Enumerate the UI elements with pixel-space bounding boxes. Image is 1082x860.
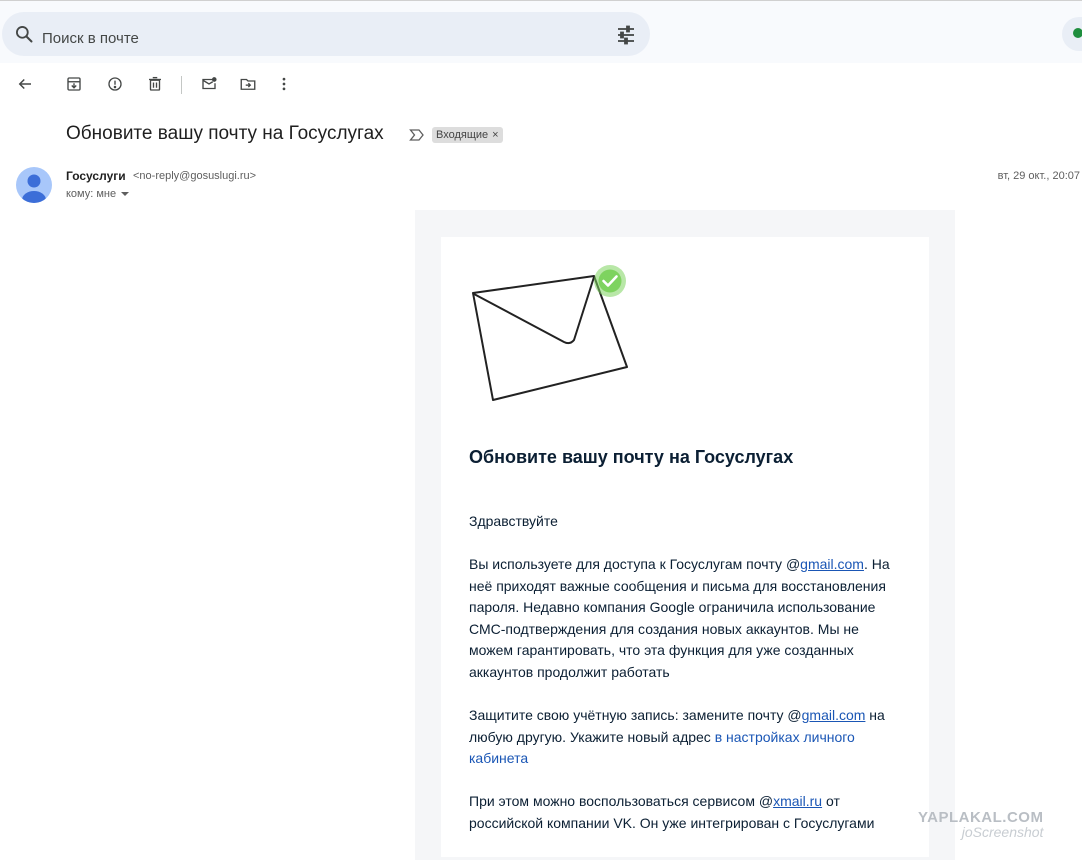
search-bar[interactable]: [2, 12, 650, 56]
label-chip-inbox[interactable]: Входящие ×: [432, 127, 503, 143]
move-to-icon[interactable]: [236, 72, 260, 96]
message-toolbar: [0, 62, 1082, 106]
search-icon[interactable]: [14, 24, 34, 44]
body-paragraph-current-email: Вы используете для доступа к Госуслугам …: [469, 554, 899, 683]
report-spam-icon[interactable]: [103, 72, 127, 96]
recipient-text: кому: мне: [66, 188, 117, 200]
p2-text-2: . На неё приходят важные сообщения и пис…: [469, 556, 890, 680]
label-chip-text: Входящие: [436, 129, 489, 141]
mark-unread-icon[interactable]: [197, 72, 221, 96]
sender-name[interactable]: Госуслуги: [66, 169, 126, 183]
status-indicator[interactable]: [1062, 17, 1082, 51]
top-bar: [0, 0, 1082, 63]
more-vert-icon[interactable]: [272, 72, 296, 96]
gmail-link-2[interactable]: gmail.com: [802, 707, 866, 723]
email-date: вт, 29 окт., 20:07: [997, 170, 1080, 182]
p3-text-1: Защитите свою учётную запись: замените п…: [469, 707, 802, 723]
watermark: YAPLAKAL.COM joScreenshot: [918, 809, 1043, 840]
checkmark-icon: [594, 265, 626, 297]
label-remove-button[interactable]: ×: [492, 129, 498, 141]
body-paragraph-replace-email: Защитите свою учётную запись: замените п…: [469, 705, 899, 770]
avatar-person-icon: [22, 174, 46, 203]
search-input[interactable]: [42, 22, 582, 50]
gmail-link[interactable]: gmail.com: [800, 556, 864, 572]
delete-icon[interactable]: [143, 72, 167, 96]
watermark-line-2: joScreenshot: [961, 824, 1044, 840]
importance-marker-icon[interactable]: [409, 128, 425, 142]
recipient-details[interactable]: кому: мне: [66, 188, 130, 200]
body-paragraph-xmail: При этом можно воспользоваться сервисом …: [469, 791, 899, 834]
email-body-heading: Обновите вашу почту на Госуслугах: [469, 447, 794, 467]
archive-icon[interactable]: [62, 72, 86, 96]
sender-email: <no-reply@gosuslugi.ru>: [133, 170, 257, 182]
status-dot: [1073, 28, 1082, 38]
greeting-text: Здравствуйте: [469, 513, 558, 529]
filter-icon[interactable]: [614, 23, 638, 47]
p4-text-1: При этом можно воспользоваться сервисом …: [469, 793, 774, 809]
greeting-paragraph: Здравствуйте: [469, 511, 899, 533]
p2-text-1: Вы используете для доступа к Госуслугам …: [469, 556, 801, 572]
back-arrow-icon[interactable]: [13, 72, 37, 96]
email-subject: Обновите вашу почту на Госуслугах: [66, 123, 384, 144]
toolbar-divider: [181, 76, 182, 94]
chevron-down-icon[interactable]: [121, 192, 130, 197]
sender-avatar[interactable]: [16, 167, 52, 203]
xmail-link[interactable]: xmail.ru: [773, 793, 822, 809]
envelope-illustration: [472, 265, 628, 401]
